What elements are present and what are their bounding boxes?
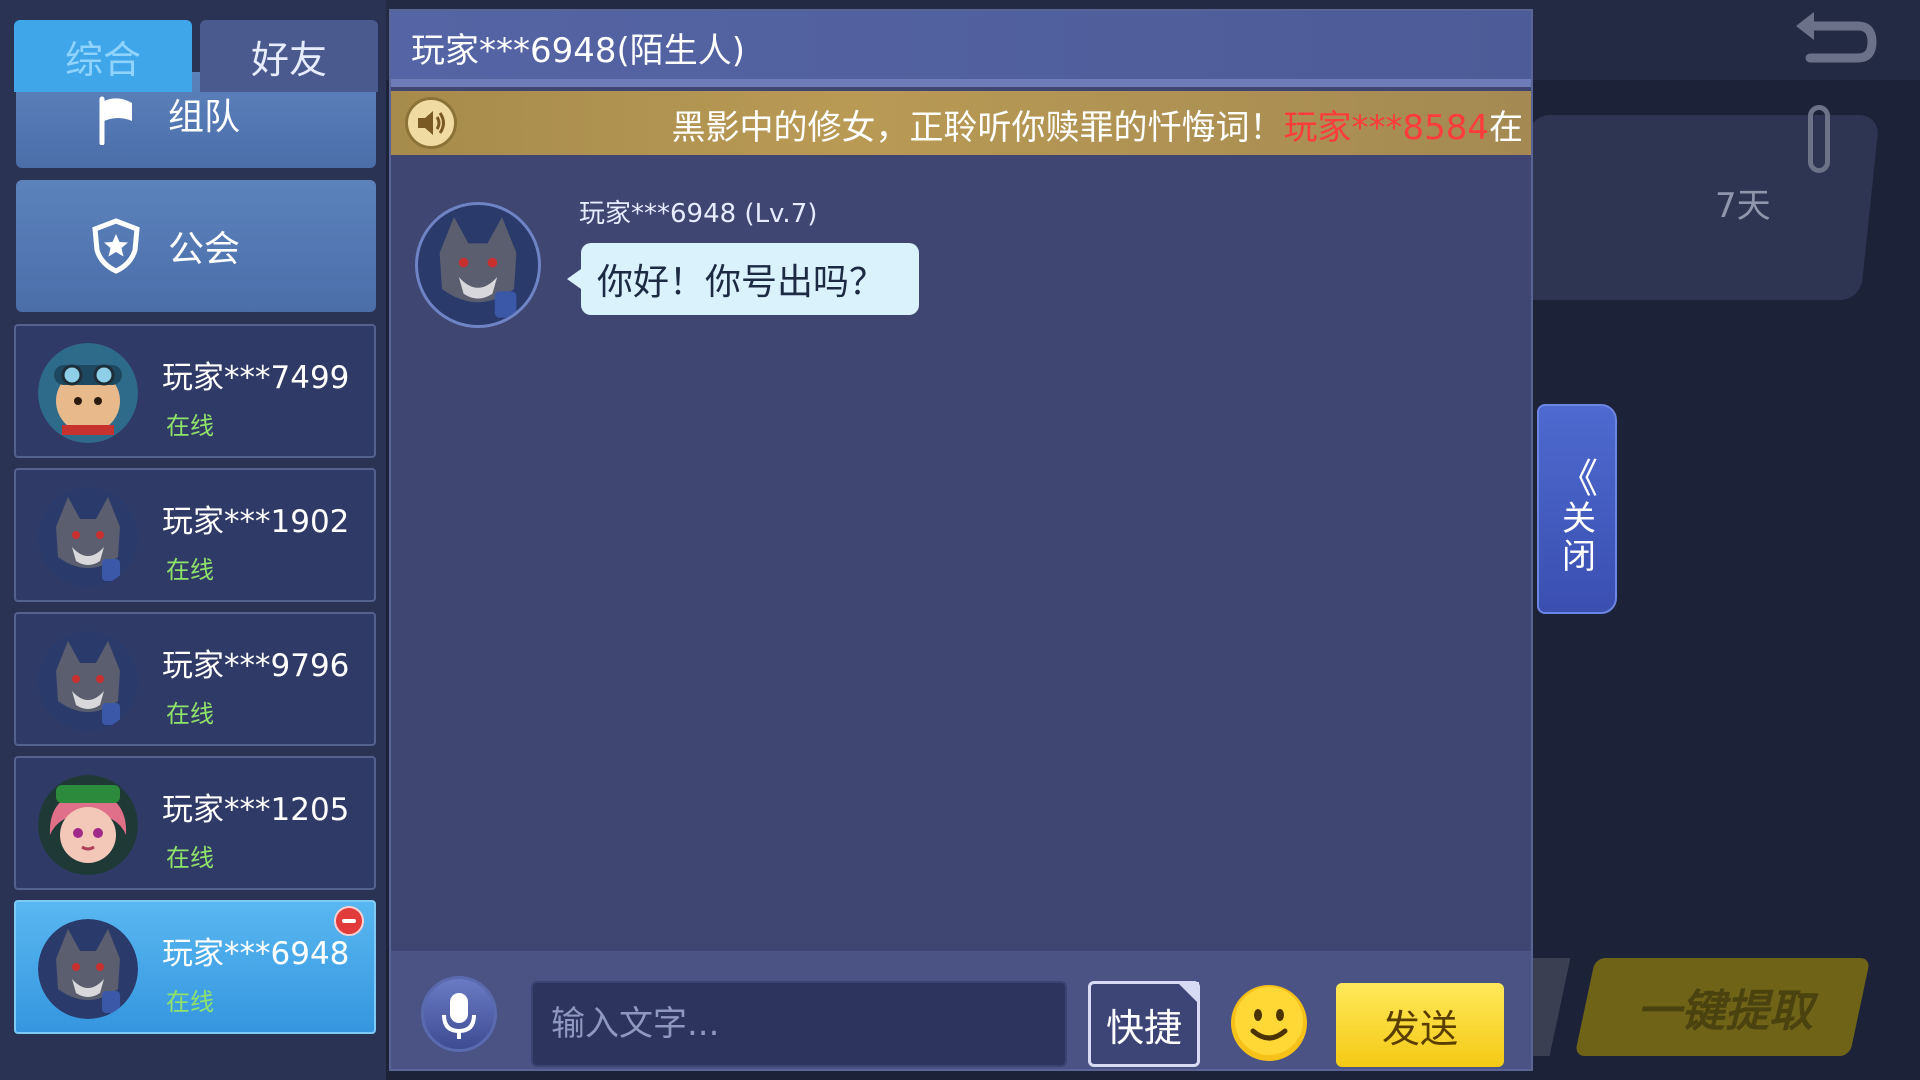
smiley-icon[interactable] (1229, 983, 1309, 1063)
close-label: 关闭 (1562, 499, 1596, 577)
corner-marker (1177, 982, 1199, 1004)
quick-phrases-button[interactable]: 快捷 (1088, 981, 1200, 1067)
contact-item[interactable]: 玩家***7499 在线 (14, 324, 376, 458)
chevron-left-icon: 《 (1558, 456, 1598, 502)
avatar (38, 775, 138, 875)
announcement-text: 黑影中的修女，正聆听你赎罪的忏悔词！玩家***8584在 (671, 100, 1523, 149)
contact-item-active[interactable]: 玩家***6948 在线 (14, 900, 376, 1034)
remove-icon[interactable] (334, 906, 364, 936)
category-team-label: 组队 (168, 97, 241, 138)
paperclip-icon (1808, 105, 1830, 173)
back-arrow-icon[interactable] (1788, 8, 1878, 78)
contact-name: 玩家***9796 (162, 648, 350, 684)
left-panel: 组队 综合 好友 公会 玩家***7499 在线 玩家***1902 在线 玩家… (0, 0, 386, 1080)
announcement-message: 黑影中的修女，正聆听你赎罪的忏悔词！ (671, 108, 1284, 148)
input-bar: 快捷 发送 (391, 951, 1531, 1069)
announcement-bar: 黑影中的修女，正聆听你赎罪的忏悔词！玩家***8584在 (391, 91, 1531, 155)
message-avatar[interactable] (415, 202, 541, 328)
send-button[interactable]: 发送 (1336, 983, 1504, 1067)
contact-name: 玩家***7499 (162, 360, 350, 396)
header-divider (391, 79, 1531, 87)
mail-days-label: 7天 (1715, 186, 1771, 226)
contact-item[interactable]: 玩家***9796 在线 (14, 612, 376, 746)
contact-item[interactable]: 玩家***1902 在线 (14, 468, 376, 602)
speaker-icon (405, 97, 457, 149)
message-input[interactable] (531, 981, 1067, 1067)
announcement-trailing: 在 (1489, 108, 1523, 148)
category-guild[interactable]: 公会 (16, 180, 376, 312)
shield-icon (86, 216, 146, 276)
contact-status: 在线 (166, 700, 214, 728)
avatar (38, 919, 138, 1019)
avatar (38, 343, 138, 443)
tab-general[interactable]: 综合 (14, 20, 192, 92)
message-bubble: 你好！你号出吗？ (566, 243, 920, 315)
quick-phrases-label: 快捷 (1105, 1005, 1182, 1050)
avatar (38, 487, 138, 587)
contact-status: 在线 (166, 844, 214, 872)
category-guild-label: 公会 (168, 229, 241, 270)
contact-status: 在线 (166, 412, 214, 440)
voice-button[interactable] (421, 976, 497, 1052)
contact-item[interactable]: 玩家***1205 在线 (14, 756, 376, 890)
tab-friends[interactable]: 好友 (200, 20, 378, 92)
contact-status: 在线 (166, 988, 214, 1016)
close-panel-tab[interactable]: 《 关闭 (1537, 404, 1617, 614)
contact-name: 玩家***1902 (162, 504, 350, 540)
flag-icon (86, 90, 146, 150)
chat-header: 玩家***6948(陌生人) (391, 11, 1531, 87)
chat-title: 玩家***6948(陌生人) (411, 31, 746, 71)
chat-panel: 玩家***6948(陌生人) 黑影中的修女，正聆听你赎罪的忏悔词！玩家***85… (389, 9, 1533, 1071)
microphone-icon (442, 993, 476, 1039)
claim-all-label: 一键提取 (1637, 986, 1813, 1037)
contact-status: 在线 (166, 556, 214, 584)
avatar (38, 631, 138, 731)
announcement-player: 玩家***8584 (1283, 108, 1489, 148)
contact-name: 玩家***6948 (162, 936, 350, 972)
message-sender: 玩家***6948 (Lv.7) (579, 199, 818, 229)
contact-name: 玩家***1205 (162, 792, 350, 828)
